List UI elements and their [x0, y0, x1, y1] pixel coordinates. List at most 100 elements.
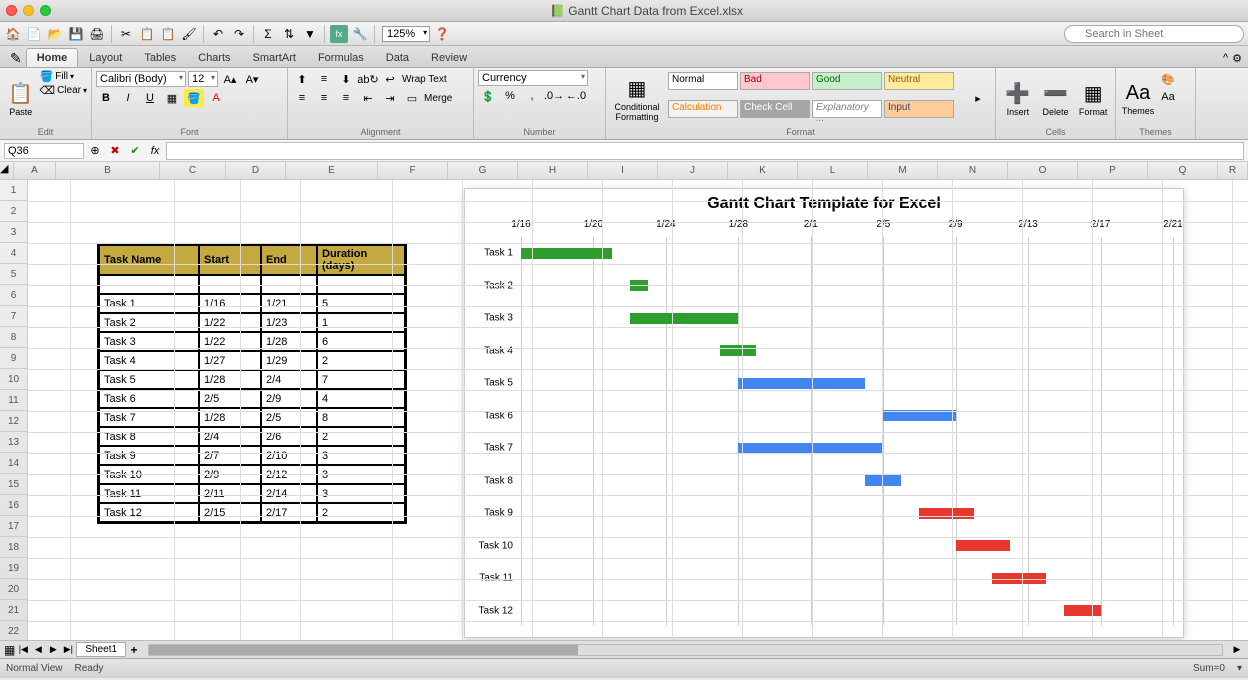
row-header-7[interactable]: 7 [0, 306, 28, 327]
font-name-dropdown[interactable]: Calibri (Body) [96, 71, 186, 87]
sheet-tab-active[interactable]: Sheet1 [76, 642, 126, 657]
ribbon-app-icon[interactable]: ✎ [6, 50, 26, 67]
autosum-icon[interactable]: Σ [259, 25, 277, 43]
merge-button[interactable]: ▭ [402, 89, 422, 107]
col-header-P[interactable]: P [1078, 162, 1148, 179]
sort-icon[interactable]: ⇅ [280, 25, 298, 43]
tab-charts[interactable]: Charts [187, 48, 241, 67]
tab-home[interactable]: Home [26, 48, 79, 67]
cancel-icon[interactable]: ✖ [106, 142, 124, 160]
gantt-bar[interactable] [630, 313, 739, 324]
tab-tables[interactable]: Tables [133, 48, 187, 67]
align-bottom-icon[interactable]: ⬇ [336, 70, 356, 88]
row-header-14[interactable]: 14 [0, 453, 28, 474]
select-all-corner[interactable]: ◢ [0, 162, 14, 179]
fill-color-button[interactable]: 🪣 [184, 89, 204, 107]
row-header-13[interactable]: 13 [0, 432, 28, 453]
gantt-bar[interactable] [720, 345, 756, 356]
filter-icon[interactable]: ▼ [301, 25, 319, 43]
fx-icon[interactable]: fx [330, 25, 348, 43]
minimize-button[interactable] [23, 5, 34, 16]
col-header-H[interactable]: H [518, 162, 588, 179]
gantt-bar[interactable] [1064, 605, 1100, 616]
paste-button[interactable]: 📋Paste [4, 70, 38, 127]
row-header-18[interactable]: 18 [0, 537, 28, 558]
col-header-I[interactable]: I [588, 162, 658, 179]
prev-sheet-icon[interactable]: ◀ [31, 643, 45, 657]
align-middle-icon[interactable]: ≡ [314, 70, 334, 88]
row-header-3[interactable]: 3 [0, 222, 28, 243]
last-sheet-icon[interactable]: ▶| [61, 643, 75, 657]
style-neutral[interactable]: Neutral [884, 72, 954, 90]
theme-colors-icon[interactable]: 🎨 [1158, 70, 1178, 88]
copy-icon[interactable]: 📋 [138, 25, 156, 43]
row-header-21[interactable]: 21 [0, 600, 28, 621]
ribbon-collapse-icon[interactable]: ^ [1223, 52, 1228, 65]
col-header-E[interactable]: E [286, 162, 378, 179]
delete-button[interactable]: ➖Delete [1038, 70, 1074, 127]
bold-button[interactable]: B [96, 89, 116, 107]
tab-smartart[interactable]: SmartArt [242, 48, 307, 67]
comma-icon[interactable]: , [522, 87, 542, 105]
col-header-J[interactable]: J [658, 162, 728, 179]
row-header-9[interactable]: 9 [0, 348, 28, 369]
first-sheet-icon[interactable]: |◀ [16, 643, 30, 657]
status-more-icon[interactable]: ▾ [1237, 663, 1242, 674]
col-header-R[interactable]: R [1218, 162, 1248, 179]
tab-data[interactable]: Data [375, 48, 420, 67]
gear-icon[interactable]: ⚙ [1232, 52, 1242, 65]
col-header-A[interactable]: A [14, 162, 56, 179]
themes-button[interactable]: AaThemes [1120, 70, 1156, 127]
gantt-bar[interactable] [738, 378, 865, 389]
open-icon[interactable]: 📂 [46, 25, 64, 43]
style-bad[interactable]: Bad [740, 72, 810, 90]
increase-decimal-icon[interactable]: .0→ [544, 87, 564, 105]
row-header-12[interactable]: 12 [0, 411, 28, 432]
decrease-decimal-icon[interactable]: ←.0 [566, 87, 586, 105]
insert-button[interactable]: ➕Insert [1000, 70, 1036, 127]
name-box[interactable]: Q36 [4, 143, 84, 159]
add-sheet-button[interactable]: + [127, 643, 141, 657]
spreadsheet-grid[interactable]: ◢ ABCDEFGHIJKLMNOPQR 1234567891011121314… [0, 162, 1248, 640]
close-button[interactable] [6, 5, 17, 16]
font-color-button[interactable]: A [206, 89, 226, 107]
horizontal-scrollbar[interactable] [148, 644, 1223, 656]
col-header-Q[interactable]: Q [1148, 162, 1218, 179]
cells-area[interactable]: Task Name Start End Duration (days) Task… [28, 180, 1248, 640]
redo-icon[interactable]: ↷ [230, 25, 248, 43]
gantt-bar[interactable] [919, 508, 973, 519]
format-painter-icon[interactable]: 🖌 [180, 25, 198, 43]
col-header-B[interactable]: B [56, 162, 160, 179]
confirm-icon[interactable]: ✔ [126, 142, 144, 160]
style-check[interactable]: Check Cell [740, 100, 810, 118]
theme-fonts-icon[interactable]: Aa [1158, 88, 1178, 106]
undo-icon[interactable]: ↶ [209, 25, 227, 43]
row-header-16[interactable]: 16 [0, 495, 28, 516]
paste-icon[interactable]: 📋 [159, 25, 177, 43]
currency-icon[interactable]: 💲 [478, 87, 498, 105]
row-header-2[interactable]: 2 [0, 201, 28, 222]
scroll-right-icon[interactable]: ▶ [1230, 643, 1244, 657]
style-good[interactable]: Good [812, 72, 882, 90]
align-left-icon[interactable]: ≡ [292, 89, 312, 107]
styles-more-icon[interactable]: ▸ [968, 90, 988, 108]
font-size-dropdown[interactable]: 12 [188, 71, 218, 87]
new-icon[interactable]: 📄 [25, 25, 43, 43]
style-explanatory[interactable]: Explanatory ... [812, 100, 882, 118]
conditional-formatting-button[interactable]: ▦Conditional Formatting [610, 70, 664, 127]
row-header-20[interactable]: 20 [0, 579, 28, 600]
row-header-15[interactable]: 15 [0, 474, 28, 495]
zoom-dropdown[interactable]: 125% [382, 26, 430, 42]
tab-layout[interactable]: Layout [78, 48, 133, 67]
fill-icon[interactable]: 🪣 [40, 70, 54, 83]
functions-icon[interactable]: ⊕ [86, 142, 104, 160]
format-button[interactable]: ▦Format [1075, 70, 1111, 127]
gantt-chart[interactable]: Gantt Chart Template for Excel 1/161/201… [464, 188, 1184, 638]
tab-review[interactable]: Review [420, 48, 478, 67]
increase-indent-icon[interactable]: ⇥ [380, 89, 400, 107]
row-header-1[interactable]: 1 [0, 180, 28, 201]
tab-formulas[interactable]: Formulas [307, 48, 375, 67]
underline-button[interactable]: U [140, 89, 160, 107]
save-icon[interactable]: 💾 [67, 25, 85, 43]
col-header-C[interactable]: C [160, 162, 226, 179]
